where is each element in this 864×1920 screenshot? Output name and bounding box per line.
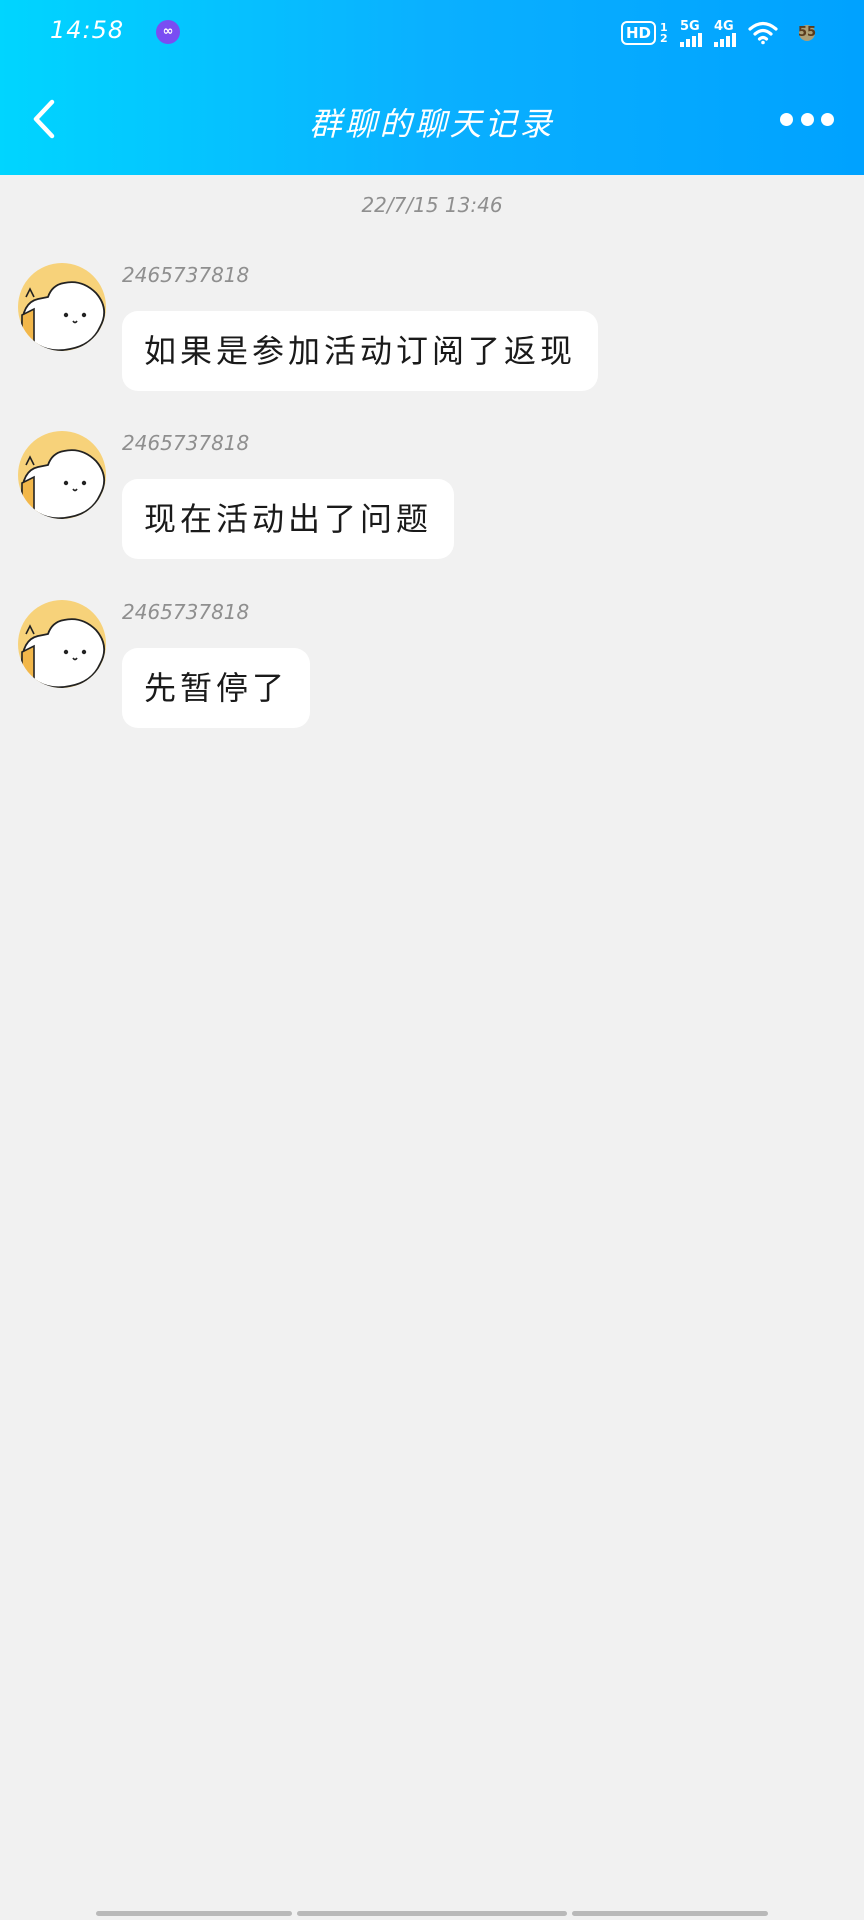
more-dots-icon — [780, 112, 793, 126]
navigation-bar: 群聊的聊天记录 — [0, 64, 864, 175]
avatar[interactable] — [18, 600, 106, 688]
sender-name: 2465737818 — [122, 431, 250, 455]
infinity-app-icon: ∞ — [156, 20, 180, 44]
page-title: 群聊的聊天记录 — [309, 105, 555, 143]
avatar[interactable] — [18, 263, 106, 351]
home-indicator-segment — [297, 1911, 567, 1916]
signal-5g-label: 5G — [680, 18, 700, 34]
status-icons: HD 1 2 5G 4G 55 — [620, 16, 824, 50]
message-bubble[interactable]: 如果是参加活动订阅了返现 — [122, 311, 599, 391]
home-indicator-segment — [572, 1911, 768, 1916]
avatar-dog-icon — [18, 600, 106, 688]
avatar-dog-icon — [18, 431, 106, 519]
sender-name: 2465737818 — [122, 600, 250, 624]
battery-icon: 55 — [790, 23, 824, 43]
chat-timestamp: 22/7/15 13:46 — [361, 193, 503, 217]
hd-sim-indicator: 1 2 — [660, 21, 668, 45]
sender-name: 2465737818 — [122, 263, 250, 287]
hd-voice-icon: HD — [620, 21, 656, 45]
wifi-icon — [748, 21, 778, 45]
status-time: 14:58 — [50, 16, 125, 44]
signal-4g-label: 4G — [714, 18, 734, 34]
signal-4g-icon: 4G — [714, 20, 736, 47]
status-bar: 14:58 ∞ HD 1 2 5G 4G 55 — [0, 0, 864, 64]
home-indicator-segment — [96, 1911, 292, 1916]
avatar-dog-icon — [18, 263, 106, 351]
avatar[interactable] — [18, 431, 106, 519]
signal-5g-icon: 5G — [680, 20, 702, 47]
battery-level: 55 — [797, 25, 817, 40]
more-options-button[interactable] — [780, 109, 834, 129]
message-bubble[interactable]: 现在活动出了问题 — [122, 479, 455, 559]
message-bubble[interactable]: 先暂停了 — [122, 648, 311, 728]
